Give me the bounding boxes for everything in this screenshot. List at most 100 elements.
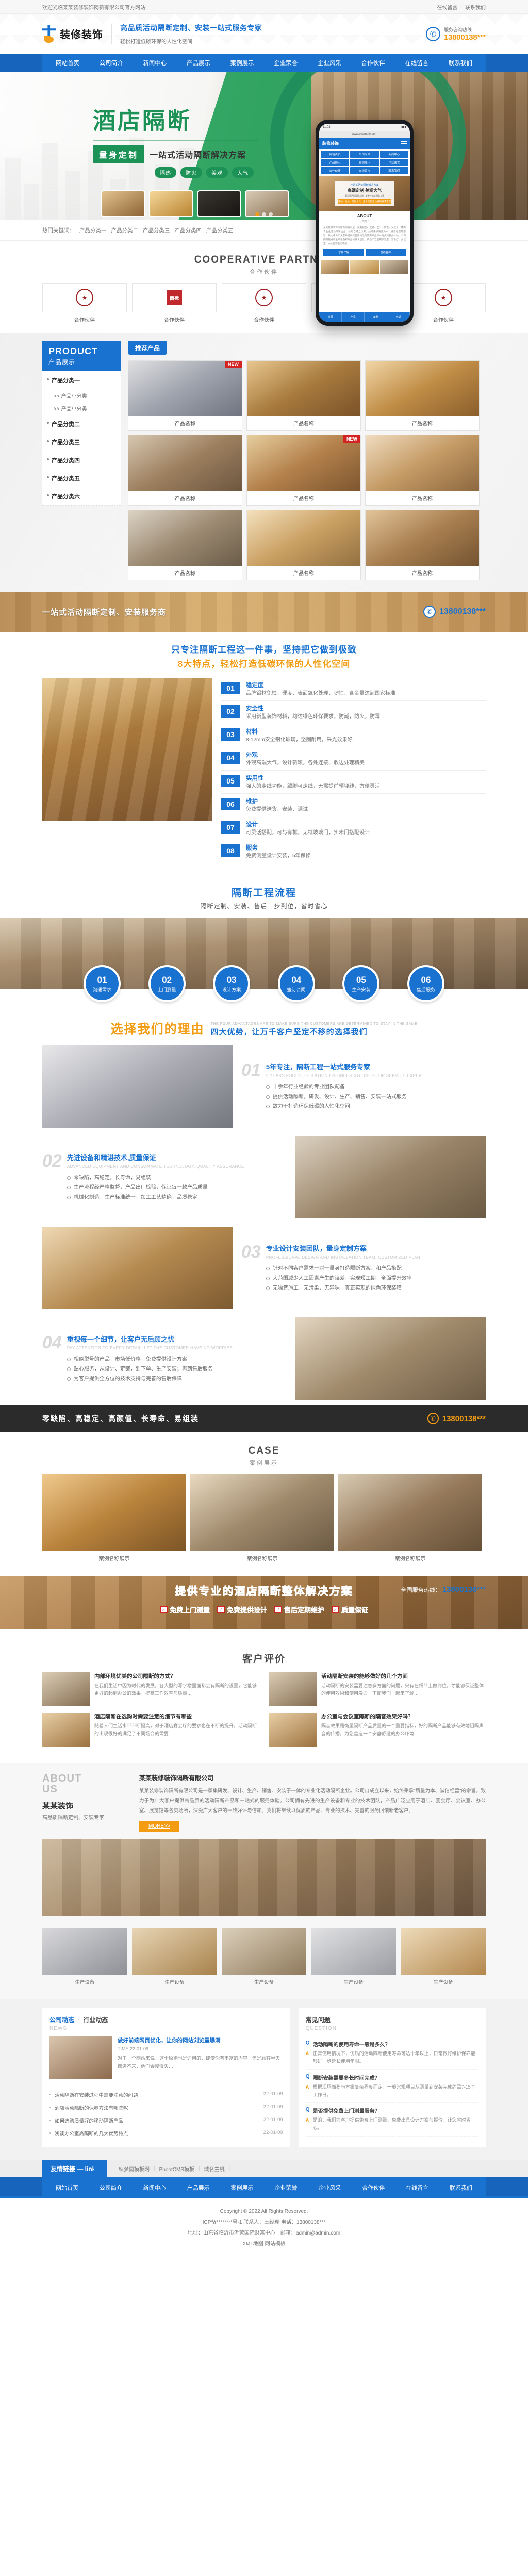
footer-nav-item-在线留言[interactable]: 在线留言 (406, 2183, 428, 2192)
phone-nav-item[interactable]: 在线留言 (350, 167, 379, 174)
phone-tab-案例[interactable]: 案例 (365, 312, 387, 322)
process-step[interactable]: 05 生产安装 (342, 965, 380, 1002)
hero-thumb[interactable] (101, 190, 145, 217)
main-nav-item-案例展示[interactable]: 案例展示 (230, 59, 254, 67)
product-card[interactable]: 产品名称 (246, 510, 361, 580)
friendly-link[interactable]: 织梦园模板网 (119, 2165, 150, 2173)
product-category-title[interactable]: 产品分类二 (42, 415, 121, 433)
review-title[interactable]: 酒店隔断在选购时需要注意的细节有哪些 (94, 1713, 259, 1720)
case-card[interactable]: 案例名称展示 (338, 1474, 482, 1566)
main-nav-item-企业荣誉[interactable]: 企业荣誉 (274, 59, 298, 67)
phone-tab-产品[interactable]: 产品 (342, 312, 365, 322)
case-card[interactable]: 案例名称展示 (42, 1474, 186, 1566)
news-list-item[interactable]: 酒店活动隔断的保养方法有哪些呢 22-01-09 (50, 2101, 283, 2114)
review-title[interactable]: 活动隔断安装的能够做好的几个方面 (321, 1672, 486, 1680)
process-step[interactable]: 04 签订合同 (277, 965, 315, 1002)
about-more-button[interactable]: MORE>> (139, 1821, 179, 1832)
faq-question[interactable]: 活动隔断的使用寿命一般是多久？ (306, 2040, 478, 2048)
site-logo[interactable]: 装修装饰 (42, 25, 103, 43)
phone-url-bar[interactable]: www.example.com (319, 131, 410, 138)
partner-card[interactable]: 合作伙伴 (401, 283, 486, 323)
carousel-dot[interactable] (269, 212, 273, 216)
topbar-link-message[interactable]: 在线留言 (437, 3, 457, 11)
product-card[interactable]: NEW 产品名称 (246, 435, 361, 506)
phone-nav-item[interactable]: 合作伙伴 (321, 167, 350, 174)
process-step[interactable]: 02 上门测量 (148, 965, 186, 1002)
phone-tab-bar[interactable]: 首页 产品 案例 电话 (319, 312, 410, 322)
news-feature-title[interactable]: 做好前端网页优化，让你的网站浏览量爆满 (118, 2036, 283, 2044)
friendly-link[interactable]: PbootCMS模板 (159, 2165, 194, 2173)
phone-tab-首页[interactable]: 首页 (319, 312, 342, 322)
product-card[interactable]: 产品名称 (365, 435, 480, 506)
footer-bottom-links[interactable]: XML地图 网站模板 (0, 2239, 528, 2249)
footer-nav-item-公司简介[interactable]: 公司简介 (100, 2183, 122, 2192)
faq-question[interactable]: 隔断安装需要多长时间完成？ (306, 2074, 478, 2081)
hero-thumb[interactable] (197, 190, 241, 217)
phone-nav-item[interactable]: 新闻中心 (380, 151, 408, 158)
review-title[interactable]: 内部环境优美的公司隔断的方式？ (94, 1672, 259, 1680)
news-feature-item[interactable]: 做好前端网页优化，让你的网站浏览量爆满 TIME:22-01-09 对于一个网站… (50, 2036, 283, 2084)
news-item-title[interactable]: 酒店活动隔断的保养方法有哪些呢 (55, 2104, 128, 2111)
news-item-title[interactable]: 浅谈办公室高隔断的几大优势特点 (55, 2130, 128, 2137)
main-nav-item-新闻中心[interactable]: 新闻中心 (143, 59, 167, 67)
partner-card[interactable]: 商标合作伙伴 (132, 283, 217, 323)
process-step[interactable]: 01 沟通需求 (84, 965, 121, 1002)
hero-thumb[interactable] (149, 190, 193, 217)
faq-item[interactable]: 隔断安装需要多长时间完成？ 根据现场面积与方案复杂程度而定，一般常规项目从测量到安… (305, 2070, 478, 2104)
carousel-dot[interactable] (262, 212, 266, 216)
phone-banner-btn[interactable]: 隔热 · 防火 · 美观大气 · 量身定制活动隔断解决方案 (338, 199, 391, 204)
main-nav-item-公司简介[interactable]: 公司简介 (100, 59, 123, 67)
product-subcategory[interactable]: >> 产品小分类 (42, 389, 121, 402)
main-nav-item-在线留言[interactable]: 在线留言 (405, 59, 428, 67)
facility-card[interactable]: 生产设备 (42, 1928, 127, 1988)
main-nav-item-网站首页[interactable]: 网站首页 (56, 59, 79, 67)
phone-btn-consult[interactable]: 在线咨询 (365, 249, 406, 256)
partner-card[interactable]: 合作伙伴 (222, 283, 306, 323)
phone-nav-item[interactable]: 案例展示 (350, 159, 379, 166)
news-tab-company[interactable]: 公司动态 (50, 2015, 74, 2024)
product-category-title[interactable]: 产品分类六 (42, 487, 121, 505)
topbar-link-contact[interactable]: 联系我们 (465, 3, 486, 11)
friendly-link[interactable]: 域名主机 (204, 2165, 225, 2173)
phone-nav-item[interactable]: 网站首页 (321, 151, 350, 158)
news-item-title[interactable]: 如何选购质量好的移动隔断产品 (55, 2117, 123, 2124)
keyword-link[interactable]: 产品分类二 (111, 226, 139, 234)
facility-card[interactable]: 生产设备 (131, 1928, 217, 1988)
footer-nav-item-新闻中心[interactable]: 新闻中心 (143, 2183, 166, 2192)
process-step[interactable]: 03 设计方案 (213, 965, 251, 1002)
product-card[interactable]: 产品名称 (365, 510, 480, 580)
news-list-item[interactable]: 活动隔断在安装过程中需要注意的问题 22-01-09 (50, 2089, 283, 2101)
footer-nav-item-企业荣誉[interactable]: 企业荣誉 (274, 2183, 297, 2192)
footer-nav-item-联系我们[interactable]: 联系我们 (450, 2183, 472, 2192)
keyword-link[interactable]: 产品分类四 (175, 226, 202, 234)
case-card[interactable]: 案例名称展示 (190, 1474, 334, 1566)
phone-thumb[interactable] (380, 260, 408, 275)
footer-nav-item-产品展示[interactable]: 产品展示 (187, 2183, 210, 2192)
news-list-item[interactable]: 浅谈办公室高隔断的几大优势特点 22-01-09 (50, 2127, 283, 2140)
product-card[interactable]: 产品名称 (128, 510, 242, 580)
carousel-dot-active[interactable] (255, 212, 259, 216)
product-category-title[interactable]: 产品分类三 (42, 433, 121, 451)
main-nav-item-合作伙伴[interactable]: 合作伙伴 (361, 59, 385, 67)
news-tab-industry[interactable]: 行业动态 (83, 2015, 108, 2024)
review-item[interactable]: 活动隔断安装的能够做好的几个方面 活动隔断的安装需要注意多方面的问题，只有在细节上… (269, 1672, 486, 1706)
product-card[interactable]: NEW 产品名称 (128, 360, 242, 431)
main-nav-item-联系我们[interactable]: 联系我们 (449, 59, 472, 67)
hero-carousel-dots[interactable] (255, 212, 273, 216)
phone-tab-电话[interactable]: 电话 (387, 312, 410, 322)
keyword-link[interactable]: 产品分类一 (79, 226, 107, 234)
review-item[interactable]: 办公室与会议室隔断的隔音效果好吗？ 隔音效果是衡量隔断产品质量的一个重要指标，好的… (269, 1713, 486, 1747)
hamburger-icon[interactable] (401, 141, 407, 146)
process-step[interactable]: 06 售后服务 (407, 965, 444, 1002)
main-nav-item-产品展示[interactable]: 产品展示 (187, 59, 210, 67)
footer-nav-item-企业风采[interactable]: 企业风采 (318, 2183, 341, 2192)
facility-card[interactable]: 生产设备 (221, 1928, 307, 1988)
news-list-item[interactable]: 如何选购质量好的移动隔断产品 22-01-09 (50, 2114, 283, 2127)
keyword-link[interactable]: 产品分类五 (206, 226, 234, 234)
main-nav-item-企业风采[interactable]: 企业风采 (318, 59, 341, 67)
phone-btn-detail[interactable]: 了解详情 (323, 249, 364, 256)
product-category-title[interactable]: 产品分类五 (42, 469, 121, 487)
product-card[interactable]: 产品名称 (365, 360, 480, 431)
footer-nav-item-网站首页[interactable]: 网站首页 (56, 2183, 78, 2192)
facility-card[interactable]: 生产设备 (401, 1928, 486, 1988)
